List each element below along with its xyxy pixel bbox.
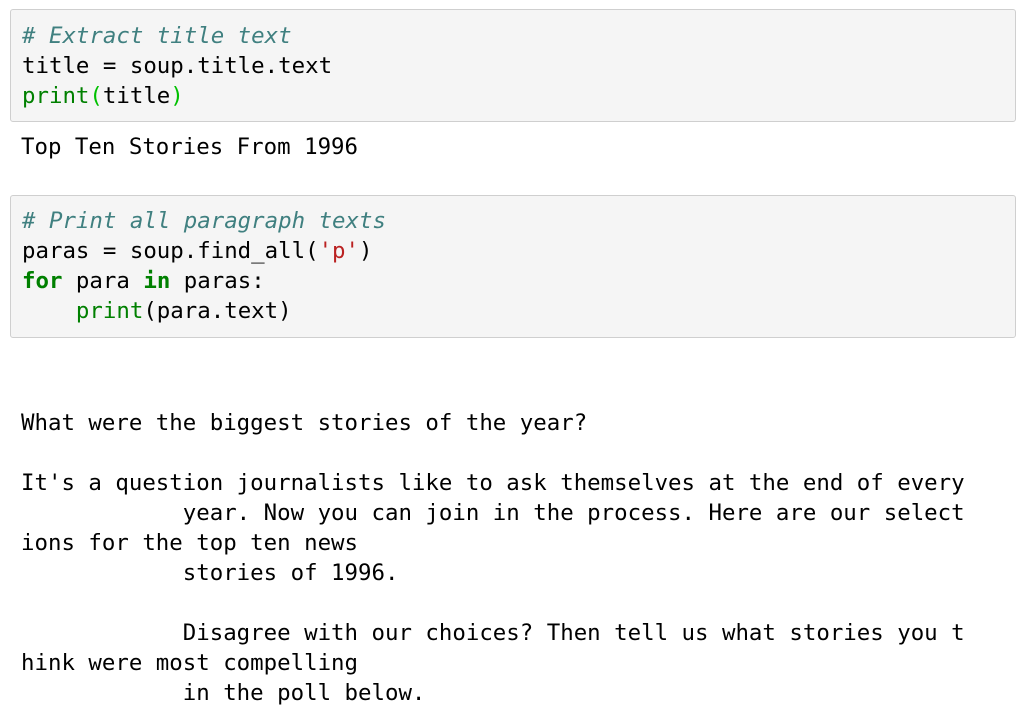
code-text: paras = soup.find_all( xyxy=(22,238,319,264)
code-line: print(para.text) xyxy=(22,296,292,326)
cell-output: Top Ten Stories From 1996 xyxy=(21,134,359,160)
code-line: title = soup.title.text xyxy=(22,53,333,79)
code-line: print(title) xyxy=(22,81,184,111)
output-line: stories of 1996. xyxy=(21,560,399,586)
output-line: ions for the top ten news xyxy=(21,530,359,556)
code-comment: # Print all paragraph texts xyxy=(22,208,386,234)
string-literal: 'p' xyxy=(318,238,360,264)
code-text: (para.text) xyxy=(143,298,292,324)
output-line: What were the biggest stories of the yea… xyxy=(21,410,588,436)
code-text: paras: xyxy=(170,268,265,294)
code-text: ) xyxy=(359,238,373,264)
output-line: Disagree with our choices? Then tell us … xyxy=(21,620,965,646)
code-text: para xyxy=(62,268,144,294)
paren-open: ( xyxy=(89,83,103,109)
code-line: paras = soup.find_all('p') xyxy=(22,236,373,266)
output-line: year. Now you can join in the process. H… xyxy=(21,500,965,526)
output-line: hink were most compelling xyxy=(21,650,359,676)
code-line: for para in paras: xyxy=(22,266,265,296)
code-comment: # Extract title text xyxy=(22,23,292,49)
code-cell-2[interactable]: # Print all paragraph texts paras = soup… xyxy=(10,195,1016,338)
output-line: It's a question journalists like to ask … xyxy=(21,470,965,496)
code-arg: title xyxy=(102,83,171,109)
code-cell-1[interactable]: # Extract title text title = soup.title.… xyxy=(10,9,1016,122)
keyword-in: in xyxy=(143,268,171,294)
paren-close: ) xyxy=(170,83,184,109)
builtin-print: print xyxy=(22,83,90,109)
output-line: in the poll below. xyxy=(21,680,426,706)
builtin-print: print xyxy=(75,298,144,324)
keyword-for: for xyxy=(22,268,63,294)
